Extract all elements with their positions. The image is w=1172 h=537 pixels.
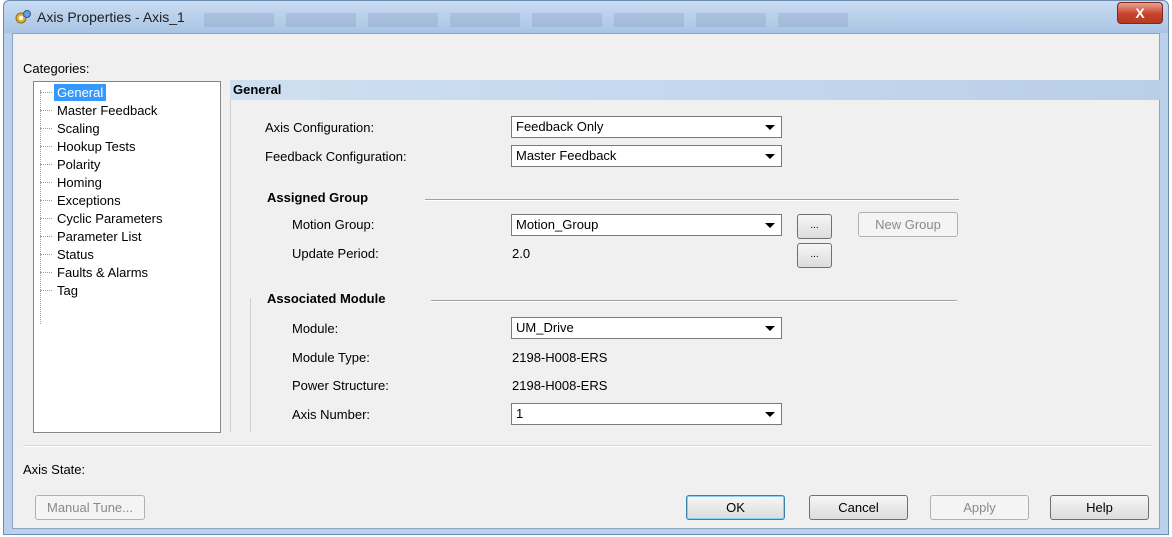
background-tabs-strip	[204, 13, 854, 27]
window-title: Axis Properties - Axis_1	[37, 9, 185, 25]
update-period-value: 2.0	[512, 246, 531, 261]
module-type-label: Module Type:	[292, 350, 370, 365]
tree-item-homing[interactable]: Homing	[40, 174, 105, 191]
axis-number-select[interactable]: 1	[511, 403, 782, 425]
motion-group-label: Motion Group:	[292, 217, 375, 232]
associated-module-title: Associated Module	[267, 291, 386, 306]
tree-item-scaling[interactable]: Scaling	[40, 120, 103, 137]
update-period-label: Update Period:	[292, 246, 379, 261]
axis-state-label: Axis State:	[23, 462, 86, 477]
tree-item-hookup-tests[interactable]: Hookup Tests	[40, 138, 139, 155]
tree-item-master-feedback[interactable]: Master Feedback	[39, 102, 160, 119]
close-button[interactable]: X	[1117, 2, 1163, 24]
panel-left-border	[230, 100, 231, 432]
tree-item-cyclic-parameters[interactable]: Cyclic Parameters	[39, 210, 165, 227]
motion-group-select[interactable]: Motion_Group	[511, 214, 782, 236]
motion-group-value: Motion_Group	[516, 217, 599, 232]
title-bar[interactable]: Axis Properties - Axis_1 X	[4, 1, 1168, 33]
chevron-down-icon	[765, 326, 775, 331]
manual-tune-button[interactable]: Manual Tune...	[35, 495, 145, 520]
axis-number-value: 1	[516, 406, 524, 421]
tree-connector-line	[40, 90, 41, 324]
categories-label: Categories:	[23, 61, 90, 76]
new-group-button[interactable]: New Group	[858, 212, 958, 237]
chevron-down-icon	[765, 154, 775, 159]
apply-button[interactable]: Apply	[930, 495, 1029, 520]
axis-configuration-label: Axis Configuration:	[265, 120, 375, 135]
dialog-client-area: Categories: General Master Feedback Scal…	[12, 33, 1160, 529]
module-label: Module:	[292, 321, 339, 336]
assigned-group-rule	[425, 199, 959, 201]
tree-item-parameter-list[interactable]: Parameter List	[40, 228, 145, 245]
assigned-group-title: Assigned Group	[267, 190, 369, 205]
general-panel-header: General	[230, 80, 1160, 100]
chevron-down-icon	[765, 125, 775, 130]
axis-configuration-value: Feedback Only	[516, 119, 604, 134]
axis-properties-window: Axis Properties - Axis_1 X Categories: G…	[3, 0, 1169, 535]
tree-item-general[interactable]: General	[39, 84, 107, 101]
update-period-browse-button[interactable]: ...	[797, 243, 832, 268]
module-value: UM_Drive	[516, 320, 574, 335]
power-structure-label: Power Structure:	[292, 378, 389, 393]
tree-item-status[interactable]: Status	[40, 246, 97, 263]
feedback-configuration-value: Master Feedback	[516, 148, 617, 163]
axis-gear-icon	[15, 10, 31, 24]
feedback-configuration-select[interactable]: Master Feedback	[511, 145, 782, 167]
tree-item-tag[interactable]: Tag	[40, 282, 81, 299]
tree-item-faults-alarms[interactable]: Faults & Alarms	[39, 264, 151, 281]
categories-tree[interactable]: General Master Feedback Scaling Hookup T…	[33, 81, 221, 433]
help-button[interactable]: Help	[1050, 495, 1149, 520]
tree-item-polarity[interactable]: Polarity	[39, 156, 103, 173]
feedback-configuration-label: Feedback Configuration:	[265, 149, 407, 164]
ok-button[interactable]: OK	[686, 495, 785, 520]
cancel-button[interactable]: Cancel	[809, 495, 908, 520]
module-type-value: 2198-H008-ERS	[512, 350, 608, 365]
axis-configuration-select[interactable]: Feedback Only	[511, 116, 782, 138]
associated-module-left-rule	[250, 298, 251, 432]
footer-separator	[23, 445, 1151, 447]
module-select[interactable]: UM_Drive	[511, 317, 782, 339]
axis-number-label: Axis Number:	[292, 407, 371, 422]
power-structure-value: 2198-H008-ERS	[512, 378, 608, 393]
chevron-down-icon	[765, 412, 775, 417]
tree-item-exceptions[interactable]: Exceptions	[40, 192, 124, 209]
associated-module-rule	[431, 300, 957, 302]
chevron-down-icon	[765, 223, 775, 228]
motion-group-browse-button[interactable]: ...	[797, 214, 832, 239]
